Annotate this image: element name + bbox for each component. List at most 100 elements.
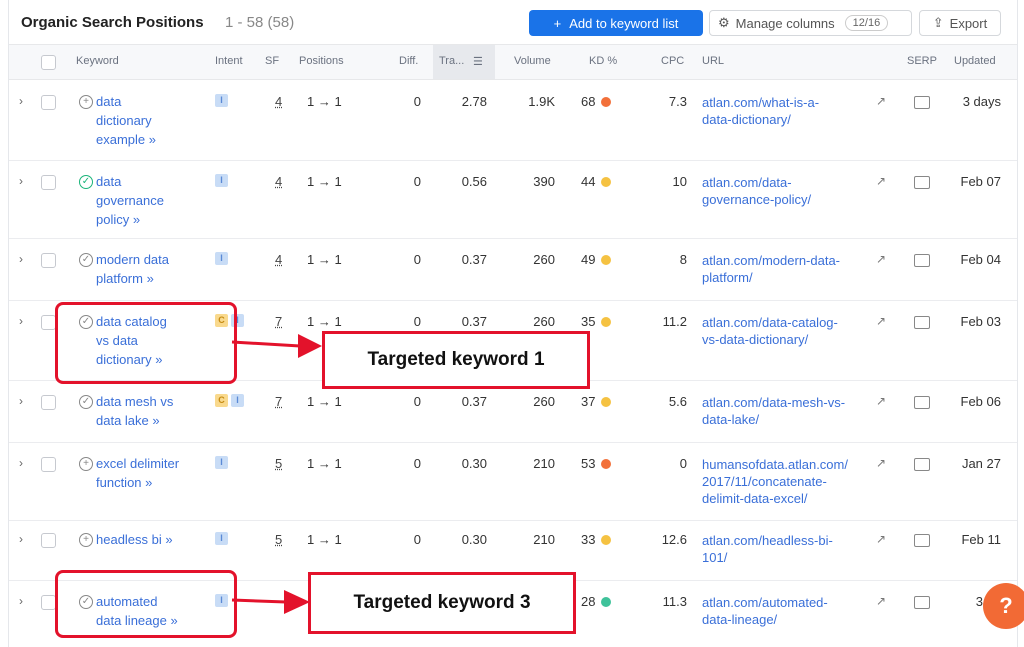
url-link[interactable]: atlan.com/data-mesh-vs-data-lake/	[702, 394, 870, 428]
sort-icon[interactable]: ☰	[473, 55, 483, 68]
sf-value[interactable]: 5	[275, 456, 282, 471]
col-traffic[interactable]: Tra...	[439, 55, 464, 67]
keyword-link[interactable]: headless bi »	[96, 530, 206, 549]
kd-value: 49	[581, 252, 612, 267]
add-circle-icon[interactable]: +	[79, 457, 93, 471]
serp-icon[interactable]	[914, 458, 930, 471]
positions-value: 1 → 1	[307, 94, 342, 109]
volume-value: 390	[533, 174, 555, 189]
keyword-link[interactable]: data mesh vs data lake »	[96, 392, 206, 430]
add-circle-icon[interactable]: +	[79, 533, 93, 547]
sf-value[interactable]: 4	[275, 252, 282, 267]
url-link[interactable]: humansofdata.atlan.com/2017/11/concatena…	[702, 456, 870, 507]
expand-chevron-icon[interactable]: ›	[19, 174, 23, 188]
cpc-value: 12.6	[661, 532, 687, 547]
serp-icon[interactable]	[914, 596, 930, 609]
serp-icon[interactable]	[914, 534, 930, 547]
kd-dot	[601, 177, 612, 187]
url-link[interactable]: atlan.com/headless-bi- 101/	[702, 532, 870, 566]
updated-value: Feb 03	[960, 314, 1001, 329]
table-row: › + excel delimiter function » I 5 1 → 1 …	[9, 442, 1017, 521]
url-link[interactable]: atlan.com/automated-data-lineage/	[702, 594, 870, 628]
col-volume[interactable]: Volume	[514, 55, 551, 67]
export-button[interactable]: ⇪ Export	[919, 10, 1001, 36]
row-checkbox[interactable]	[41, 457, 56, 472]
col-positions[interactable]: Positions	[299, 55, 344, 67]
kd-value: 53	[581, 456, 612, 471]
col-updated[interactable]: Updated	[954, 55, 996, 67]
help-button[interactable]: ?	[983, 583, 1024, 629]
expand-chevron-icon[interactable]: ›	[19, 532, 23, 546]
volume-value: 210	[533, 532, 555, 547]
sf-value[interactable]: 4	[275, 94, 282, 109]
select-all-checkbox[interactable]	[41, 55, 56, 70]
sf-value[interactable]: 4	[275, 174, 282, 189]
row-checkbox[interactable]	[41, 175, 56, 190]
col-keyword[interactable]: Keyword	[76, 55, 119, 67]
keyword-link[interactable]: data governance policy »	[96, 172, 206, 229]
keyword-link[interactable]: modern data platform »	[96, 250, 206, 288]
kd-value: 28	[581, 594, 612, 609]
col-intent[interactable]: Intent	[215, 55, 243, 67]
url-link[interactable]: atlan.com/what-is-a-data-dictionary/	[702, 94, 870, 128]
serp-icon[interactable]	[914, 396, 930, 409]
expand-chevron-icon[interactable]: ›	[19, 94, 23, 108]
col-url[interactable]: URL	[702, 55, 724, 67]
keyword-link[interactable]: data dictionary example »	[96, 92, 206, 149]
check-outline-icon: ✓	[79, 395, 93, 409]
intent-badge: I	[215, 456, 228, 469]
external-link-icon[interactable]: ↗	[876, 594, 886, 608]
positions-value: 1 → 1	[307, 314, 342, 329]
external-link-icon[interactable]: ↗	[876, 94, 886, 108]
serp-icon[interactable]	[914, 316, 930, 329]
add-circle-icon[interactable]: +	[79, 95, 93, 109]
col-diff[interactable]: Diff.	[399, 55, 418, 67]
expand-chevron-icon[interactable]: ›	[19, 394, 23, 408]
kd-value: 35	[581, 314, 612, 329]
row-checkbox[interactable]	[41, 595, 56, 610]
add-to-keyword-list-button[interactable]: + Add to keyword list	[529, 10, 703, 36]
table-row: › ✓ data mesh vs data lake » C I 7 1 → 1 …	[9, 380, 1017, 443]
expand-chevron-icon[interactable]: ›	[19, 252, 23, 266]
external-link-icon[interactable]: ↗	[876, 456, 886, 470]
serp-icon[interactable]	[914, 254, 930, 267]
external-link-icon[interactable]: ↗	[876, 532, 886, 546]
table-header: Keyword Intent SF Positions Diff. Tra...…	[9, 44, 1017, 80]
external-link-icon[interactable]: ↗	[876, 252, 886, 266]
serp-icon[interactable]	[914, 96, 930, 109]
check-outline-icon: ✓	[79, 253, 93, 267]
external-link-icon[interactable]: ↗	[876, 314, 886, 328]
row-checkbox[interactable]	[41, 253, 56, 268]
manage-columns-button[interactable]: ⚙ Manage columns 12/16	[709, 10, 912, 36]
intent-badge: I	[231, 394, 244, 407]
url-link[interactable]: atlan.com/modern-data-platform/	[702, 252, 870, 286]
expand-chevron-icon[interactable]: ›	[19, 456, 23, 470]
diff-value: 0	[413, 174, 421, 189]
annotation-label-1: Targeted keyword 1	[322, 331, 590, 389]
external-link-icon[interactable]: ↗	[876, 394, 886, 408]
col-sf[interactable]: SF	[265, 55, 279, 67]
row-checkbox[interactable]	[41, 395, 56, 410]
col-cpc[interactable]: CPC	[661, 55, 684, 67]
external-link-icon[interactable]: ↗	[876, 174, 886, 188]
serp-icon[interactable]	[914, 176, 930, 189]
expand-chevron-icon[interactable]: ›	[19, 594, 23, 608]
row-checkbox[interactable]	[41, 533, 56, 548]
panel-header: Organic Search Positions 1 - 58 (58) + A…	[9, 0, 1017, 44]
sf-value[interactable]: 7	[275, 394, 282, 409]
keyword-link[interactable]: excel delimiter function »	[96, 454, 206, 492]
sf-value[interactable]: 7	[275, 314, 282, 329]
row-checkbox[interactable]	[41, 95, 56, 110]
url-link[interactable]: atlan.com/data-catalog-vs-data-dictionar…	[702, 314, 870, 348]
row-checkbox[interactable]	[41, 315, 56, 330]
columns-count-badge: 12/16	[844, 15, 889, 31]
sf-value[interactable]: 5	[275, 532, 282, 547]
positions-value: 1 → 1	[307, 174, 342, 189]
col-kd[interactable]: KD %	[589, 55, 617, 67]
url-link[interactable]: atlan.com/data-governance-policy/	[702, 174, 870, 208]
kd-value: 44	[581, 174, 612, 189]
cpc-value: 10	[672, 174, 687, 189]
expand-chevron-icon[interactable]: ›	[19, 314, 23, 328]
updated-value: Feb 04	[960, 252, 1001, 267]
col-serp[interactable]: SERP	[907, 55, 937, 67]
